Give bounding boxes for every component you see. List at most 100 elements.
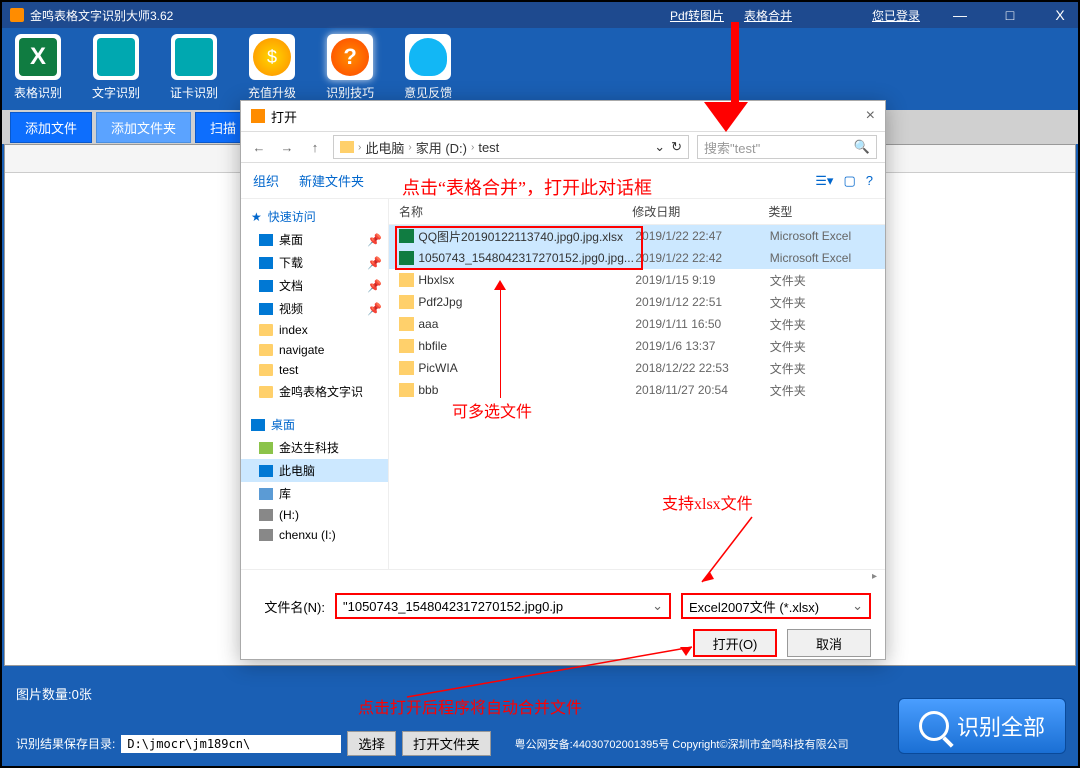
file-row[interactable]: Hbxlsx 2019/1/15 9:19 文件夹 <box>389 269 885 291</box>
coin-icon: $ <box>249 34 295 80</box>
file-type: 文件夹 <box>770 338 885 355</box>
file-row[interactable]: aaa 2019/1/11 16:50 文件夹 <box>389 313 885 335</box>
result-dir-input[interactable]: D:\jmocr\jm189cn\ <box>121 735 341 753</box>
tree-item-doc[interactable]: 文档📌 <box>241 274 388 297</box>
titlebar: 金鸣表格文字识别大师3.62 Pdf转图片 表格合并 您已登录 — □ X <box>2 2 1078 28</box>
file-row[interactable]: PicWIA 2018/12/22 22:53 文件夹 <box>389 357 885 379</box>
dialog-footer: 文件名(N): "1050743_1548042317270152.jpg0.j… <box>241 583 885 667</box>
minimize-button[interactable]: — <box>950 7 970 23</box>
cancel-button[interactable]: 取消 <box>787 629 871 657</box>
breadcrumb-seg[interactable]: 家用 (D:) <box>416 138 467 157</box>
tree-quick-access[interactable]: ★ 快速访问 <box>241 205 388 228</box>
copyright: 粤公网安备:44030702001395号 Copyright©深圳市金鸣科技有… <box>515 736 849 752</box>
tool-label: 意见反馈 <box>404 84 452 101</box>
xlsx-icon <box>399 229 414 243</box>
link-merge[interactable]: 表格合并 <box>744 7 792 24</box>
add-folder-button[interactable]: 添加文件夹 <box>96 112 191 143</box>
add-file-button[interactable]: 添加文件 <box>10 112 92 143</box>
recognize-all-label: 识别全部 <box>957 710 1045 742</box>
link-login[interactable]: 您已登录 <box>872 7 920 24</box>
recognize-all-button[interactable]: 识别全部 <box>898 698 1066 754</box>
tree-item-drive-i[interactable]: chenxu (I:) <box>241 525 388 545</box>
file-row[interactable]: bbb 2018/11/27 20:54 文件夹 <box>389 379 885 401</box>
tree-item-index[interactable]: index <box>241 320 388 340</box>
search-input[interactable]: 搜索"test" 🔍 <box>697 135 877 159</box>
new-folder-button[interactable]: 新建文件夹 <box>299 171 364 190</box>
file-date: 2019/1/11 16:50 <box>635 317 769 331</box>
tree-item-test[interactable]: test <box>241 360 388 380</box>
arrow-head-icon <box>494 280 506 290</box>
tree-item-jinming[interactable]: 金鸣表格文字识 <box>241 380 388 403</box>
help-small-icon[interactable]: ? <box>866 173 873 189</box>
titlebar-links: Pdf转图片 表格合并 您已登录 <box>670 7 920 24</box>
maximize-button[interactable]: □ <box>1000 7 1020 23</box>
tool-upgrade[interactable]: $ 充值升级 <box>248 34 296 101</box>
tool-card-recognize[interactable]: 证卡识别 <box>170 34 218 101</box>
col-date[interactable]: 修改日期 <box>632 203 768 220</box>
filter-dropdown[interactable]: Excel2007文件 (*.xlsx) ⌄ <box>681 593 871 619</box>
col-type[interactable]: 类型 <box>768 203 885 220</box>
file-type: Microsoft Excel <box>770 229 885 243</box>
tool-feedback[interactable]: 意见反馈 <box>404 34 452 101</box>
breadcrumb[interactable]: › 此电脑 › 家用 (D:) › test ⌄ ↻ <box>333 135 689 159</box>
nav-up-icon[interactable]: ↑ <box>305 140 325 155</box>
file-type: 文件夹 <box>770 382 885 399</box>
file-date: 2019/1/6 13:37 <box>635 339 769 353</box>
tree-item-drive-h[interactable]: (H:) <box>241 505 388 525</box>
file-list: 名称 修改日期 类型 QQ图片20190122113740.jpg0.jpg.x… <box>389 199 885 569</box>
file-row[interactable]: hbfile 2019/1/6 13:37 文件夹 <box>389 335 885 357</box>
tool-label: 文字识别 <box>92 84 140 101</box>
filename-value: "1050743_1548042317270152.jpg0.jp <box>343 599 563 614</box>
breadcrumb-seg[interactable]: test <box>478 140 499 155</box>
tree-item-lib[interactable]: 库 <box>241 482 388 505</box>
dialog-title: 打开 <box>271 107 297 126</box>
refresh-icon[interactable]: ↻ <box>671 139 682 155</box>
file-date: 2019/1/15 9:19 <box>635 273 769 287</box>
view-icon[interactable]: ☰▾ <box>815 173 833 189</box>
folder-icon <box>340 141 354 153</box>
nav-back-icon[interactable]: ← <box>249 140 269 155</box>
filename-input[interactable]: "1050743_1548042317270152.jpg0.jp ⌄ <box>335 593 671 619</box>
xlsx-icon <box>399 251 414 265</box>
open-button[interactable]: 打开(O) <box>693 629 777 657</box>
dialog-icon <box>251 109 265 123</box>
breadcrumb-seg[interactable]: 此电脑 <box>365 138 404 157</box>
col-name[interactable]: 名称 <box>389 203 632 220</box>
folder-icon <box>399 273 414 287</box>
open-folder-button[interactable]: 打开文件夹 <box>402 731 491 756</box>
file-name: aaa <box>418 317 635 331</box>
file-type: 文件夹 <box>770 272 885 289</box>
folder-icon <box>399 317 414 331</box>
tool-label: 表格识别 <box>14 84 62 101</box>
chevron-down-icon[interactable]: ⌄ <box>654 139 665 155</box>
file-date: 2019/1/22 22:42 <box>635 251 769 265</box>
tool-text-recognize[interactable]: 文字识别 <box>92 34 140 101</box>
nav-forward-icon[interactable]: → <box>277 140 297 155</box>
file-row[interactable]: QQ图片20190122113740.jpg0.jpg.xlsx 2019/1/… <box>389 225 885 247</box>
preview-icon[interactable]: ▢ <box>843 173 855 189</box>
dialog-close-button[interactable]: × <box>866 107 875 125</box>
tree-item-download[interactable]: 下载📌 <box>241 251 388 274</box>
file-name: hbfile <box>418 339 635 353</box>
help-icon: ? <box>327 34 373 80</box>
file-name: QQ图片20190122113740.jpg0.jpg.xlsx <box>418 228 635 245</box>
tree-item-desktop[interactable]: 桌面📌 <box>241 228 388 251</box>
tool-table-recognize[interactable]: X 表格识别 <box>14 34 62 101</box>
file-row[interactable]: Pdf2Jpg 2019/1/12 22:51 文件夹 <box>389 291 885 313</box>
tree-desktop-head[interactable]: 桌面 <box>241 413 388 436</box>
link-pdf[interactable]: Pdf转图片 <box>670 7 724 24</box>
tree-item-navigate[interactable]: navigate <box>241 340 388 360</box>
tool-tips[interactable]: ? 识别技巧 <box>326 34 374 101</box>
magnify-icon <box>919 711 949 741</box>
tree-item-company[interactable]: 金达生科技 <box>241 436 388 459</box>
select-dir-button[interactable]: 选择 <box>347 731 396 756</box>
tree-item-thispc[interactable]: 此电脑 <box>241 459 388 482</box>
close-button[interactable]: X <box>1050 7 1070 23</box>
chevron-down-icon[interactable]: ⌄ <box>852 598 863 614</box>
annotation-arrow <box>500 282 501 398</box>
file-row[interactable]: 1050743_1548042317270152.jpg0.jpg... 201… <box>389 247 885 269</box>
organize-button[interactable]: 组织 <box>253 171 279 190</box>
dialog-nav: ← → ↑ › 此电脑 › 家用 (D:) › test ⌄ ↻ 搜索"test… <box>241 131 885 163</box>
tree-item-video[interactable]: 视频📌 <box>241 297 388 320</box>
chevron-down-icon[interactable]: ⌄ <box>652 598 663 614</box>
